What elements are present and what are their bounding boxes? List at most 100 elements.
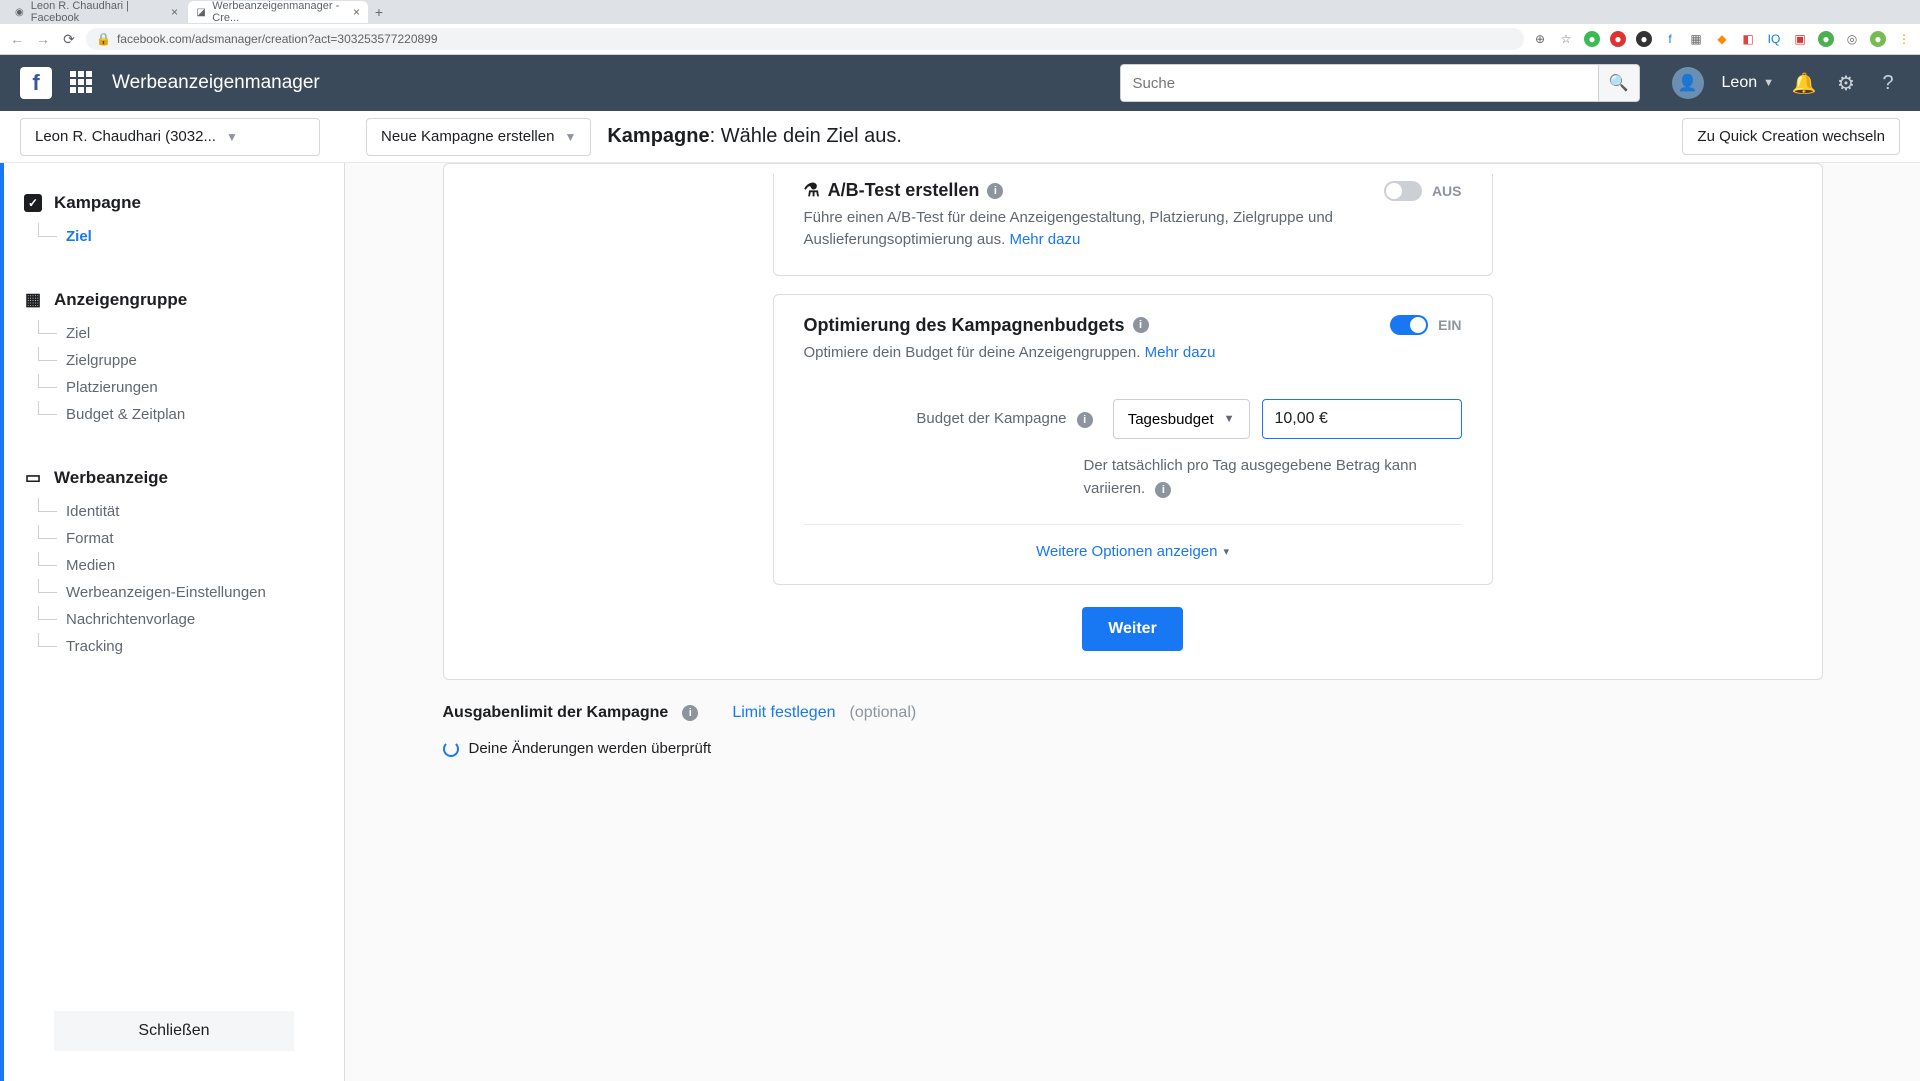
info-icon[interactable]: i	[682, 705, 698, 721]
title-bold: Kampagne	[607, 125, 709, 147]
ext-icon[interactable]: ☆	[1558, 31, 1574, 47]
close-button[interactable]: Schließen	[54, 1011, 294, 1051]
sidebar-item[interactable]: Budget & Zeitplan	[38, 401, 344, 428]
ext-icon[interactable]: ◆	[1714, 31, 1730, 47]
create-campaign-label: Neue Kampagne erstellen	[381, 128, 554, 145]
info-icon[interactable]: i	[987, 183, 1003, 199]
budget-type-select[interactable]: Tagesbudget ▼	[1113, 399, 1250, 439]
chevron-down-icon: ▼	[226, 130, 238, 144]
url-text: facebook.com/adsmanager/creation?act=303…	[117, 32, 438, 46]
apps-grid-icon[interactable]	[70, 71, 94, 95]
sidebar-head-campaign[interactable]: ✓ Kampagne	[4, 183, 344, 223]
sidebar-item[interactable]: Identität	[38, 498, 344, 525]
new-tab-button[interactable]: +	[370, 3, 388, 21]
sidebar-item[interactable]: Zielgruppe	[38, 347, 344, 374]
optional-label: (optional)	[850, 704, 917, 722]
adset-icon: ▦	[24, 291, 42, 309]
user-menu[interactable]: Leon ▼	[1722, 74, 1774, 92]
review-status: Deine Änderungen werden überprüft	[443, 740, 1823, 757]
account-dropdown[interactable]: Leon R. Chaudhari (3032... ▼	[20, 118, 320, 156]
search-button[interactable]: 🔍	[1598, 64, 1640, 102]
sidebar-item[interactable]: Medien	[38, 552, 344, 579]
settings-gear-icon[interactable]: ⚙	[1834, 71, 1858, 95]
sidebar-section-adset: ▦ Anzeigengruppe Ziel Zielgruppe Platzie…	[4, 280, 344, 428]
facebook-favicon-icon: ◉	[14, 6, 25, 18]
ext-icon[interactable]: ▦	[1688, 31, 1704, 47]
browser-tab[interactable]: ◪ Werbeanzeigenmanager - Cre... ×	[188, 1, 368, 23]
ext-icon[interactable]: f	[1662, 31, 1678, 47]
sidebar-item[interactable]: Werbeanzeigen-Einstellungen	[38, 579, 344, 606]
avatar[interactable]: 👤	[1672, 67, 1704, 99]
zoom-icon[interactable]: ⊕	[1532, 31, 1548, 47]
continue-button[interactable]: Weiter	[1082, 607, 1183, 651]
ab-test-card: ⚗ A/B-Test erstellen i AUS Führe einen A…	[773, 174, 1493, 276]
browser-chrome: ◉ Leon R. Chaudhari | Facebook × ◪ Werbe…	[0, 0, 1920, 55]
sidebar-section-title: Anzeigengruppe	[54, 290, 187, 310]
switch-quick-creation-button[interactable]: Zu Quick Creation wechseln	[1682, 118, 1900, 155]
spend-limit-row: Ausgabenlimit der Kampagne i Limit festl…	[443, 704, 1823, 722]
ab-test-toggle[interactable]	[1384, 181, 1422, 201]
caret-down-icon: ▾	[1223, 545, 1229, 558]
info-icon[interactable]: i	[1077, 412, 1093, 428]
search-input[interactable]	[1120, 64, 1598, 102]
browser-tab[interactable]: ◉ Leon R. Chaudhari | Facebook ×	[6, 1, 186, 23]
ext-icon[interactable]: ▣	[1792, 31, 1808, 47]
sidebar-item-ziel[interactable]: Ziel	[38, 223, 344, 250]
learn-more-link[interactable]: Mehr dazu	[1145, 344, 1216, 361]
url-input[interactable]: 🔒 facebook.com/adsmanager/creation?act=3…	[86, 28, 1524, 50]
ext-icon[interactable]: ●	[1584, 31, 1600, 47]
info-icon[interactable]: i	[1133, 317, 1149, 333]
spend-limit-label: Ausgabenlimit der Kampagne	[443, 704, 669, 722]
sidebar-section-title: Werbeanzeige	[54, 468, 168, 488]
ext-icon[interactable]: ●	[1636, 31, 1652, 47]
budget-opt-title: Optimierung des Kampagnenbudgets i	[804, 315, 1149, 336]
sidebar-head-adset[interactable]: ▦ Anzeigengruppe	[4, 280, 344, 320]
show-more-options-link[interactable]: Weitere Optionen anzeigen ▾	[1036, 543, 1229, 560]
flask-icon: ⚗	[804, 180, 820, 201]
budget-label: Budget der Kampagne i	[916, 410, 1092, 428]
sidebar-item[interactable]: Platzierungen	[38, 374, 344, 401]
avatar-icon[interactable]: ●	[1870, 31, 1886, 47]
learn-more-link[interactable]: Mehr dazu	[1009, 231, 1080, 248]
budget-row: Budget der Kampagne i Tagesbudget ▼	[804, 399, 1462, 439]
chevron-down-icon: ▼	[1763, 77, 1774, 89]
tab-close-icon[interactable]: ×	[171, 5, 178, 19]
budget-opt-card: Optimierung des Kampagnenbudgets i EIN O…	[773, 294, 1493, 586]
page-header: Leon R. Chaudhari (3032... ▼ Neue Kampag…	[0, 111, 1920, 163]
ad-icon: ▭	[24, 469, 42, 487]
sidebar-item[interactable]: Nachrichtenvorlage	[38, 606, 344, 633]
sidebar-item[interactable]: Ziel	[38, 320, 344, 347]
budget-opt-desc: Optimiere dein Budget für deine Anzeigen…	[804, 342, 1462, 364]
budget-opt-toggle[interactable]	[1390, 315, 1428, 335]
help-icon[interactable]: ?	[1876, 71, 1900, 95]
budget-amount-input[interactable]	[1262, 399, 1462, 439]
spinner-icon	[443, 741, 459, 757]
search-box: 🔍	[1120, 64, 1640, 102]
create-campaign-dropdown[interactable]: Neue Kampagne erstellen ▼	[366, 118, 591, 156]
facebook-favicon-icon: ◪	[196, 6, 206, 18]
sidebar-item[interactable]: Tracking	[38, 633, 344, 660]
menu-icon[interactable]: ⋮	[1896, 31, 1912, 47]
budget-note: Der tatsächlich pro Tag ausgegebene Betr…	[1084, 455, 1462, 500]
ext-icon[interactable]: IQ	[1766, 31, 1782, 47]
fb-top-bar: f Werbeanzeigenmanager 🔍 👤 Leon ▼ 🔔 ⚙ ?	[0, 55, 1920, 111]
ext-icon[interactable]: ●	[1610, 31, 1626, 47]
set-limit-link[interactable]: Limit festlegen	[732, 704, 835, 722]
facebook-logo-icon[interactable]: f	[20, 67, 52, 99]
ext-icon[interactable]: ◧	[1740, 31, 1756, 47]
user-area: 👤 Leon ▼ 🔔 ⚙ ?	[1672, 67, 1900, 99]
reload-icon[interactable]: ⟳	[60, 30, 78, 48]
notifications-icon[interactable]: 🔔	[1792, 71, 1816, 95]
ext-icon[interactable]: ●	[1818, 31, 1834, 47]
content-area: ⚗ A/B-Test erstellen i AUS Führe einen A…	[345, 163, 1920, 1081]
info-icon[interactable]: i	[1155, 482, 1171, 498]
tab-bar: ◉ Leon R. Chaudhari | Facebook × ◪ Werbe…	[0, 0, 1920, 24]
tab-close-icon[interactable]: ×	[353, 5, 360, 19]
ext-icon[interactable]: ◎	[1844, 31, 1860, 47]
sidebar-item[interactable]: Format	[38, 525, 344, 552]
sidebar-head-ad[interactable]: ▭ Werbeanzeige	[4, 458, 344, 498]
outer-panel: ⚗ A/B-Test erstellen i AUS Führe einen A…	[443, 163, 1823, 680]
back-icon[interactable]: ←	[8, 30, 26, 48]
more-options-row: Weitere Optionen anzeigen ▾	[804, 524, 1462, 560]
chevron-down-icon: ▼	[1224, 413, 1235, 425]
